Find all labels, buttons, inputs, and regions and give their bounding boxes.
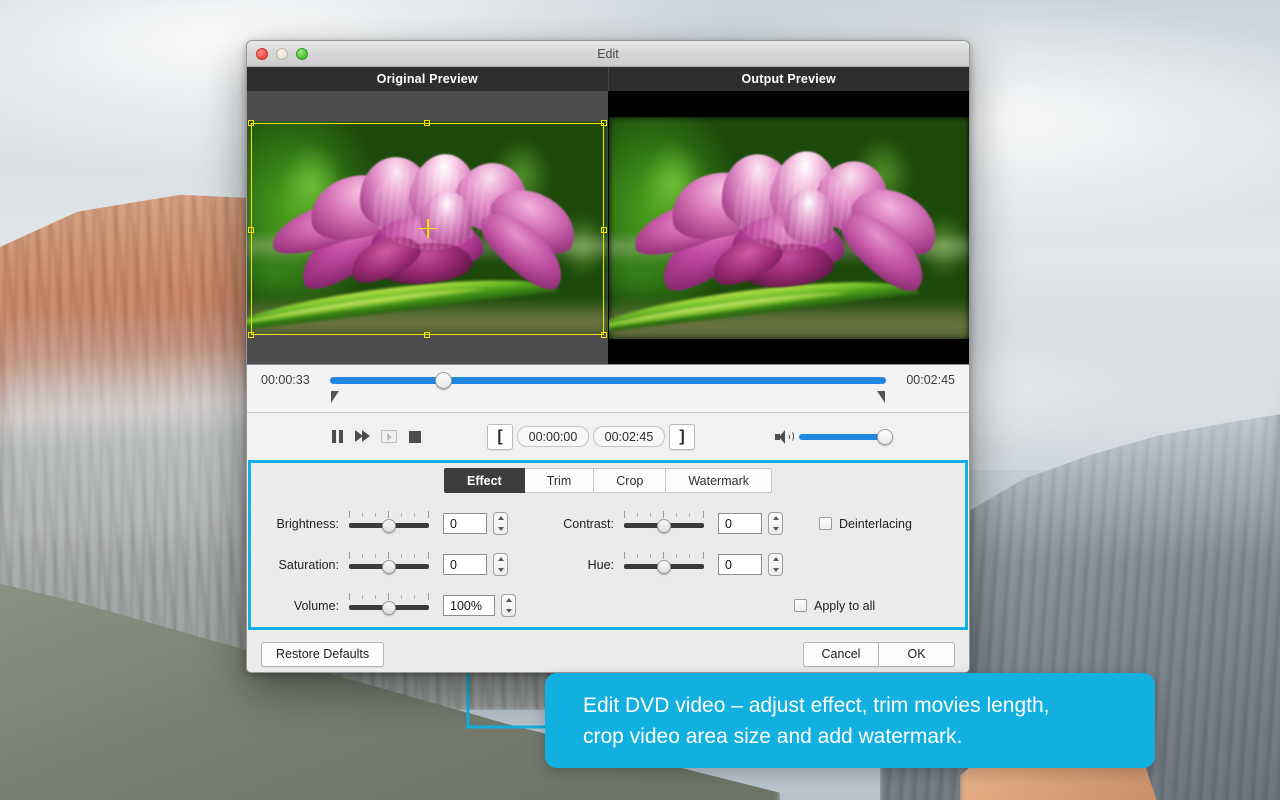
effect-row-3: Volume: 100% Apply to all bbox=[251, 585, 965, 626]
deinterlacing-checkbox[interactable] bbox=[819, 517, 832, 530]
crop-handle-top-left[interactable] bbox=[248, 120, 254, 126]
effect-volume-slider[interactable] bbox=[349, 593, 429, 619]
tab-watermark[interactable]: Watermark bbox=[666, 468, 772, 493]
timeline-thumb[interactable] bbox=[435, 372, 452, 389]
contrast-thumb[interactable] bbox=[657, 519, 671, 533]
volume-label: Volume: bbox=[273, 599, 339, 613]
crop-handle-middle-right[interactable] bbox=[601, 227, 607, 233]
hue-slider[interactable] bbox=[624, 552, 704, 578]
window-title: Edit bbox=[247, 41, 969, 67]
crop-handle-bottom-right[interactable] bbox=[601, 332, 607, 338]
effect-row-2: Saturation: 0 Hue: 0 bbox=[251, 544, 965, 585]
apply-to-all-checkbox-group[interactable]: Apply to all bbox=[794, 599, 875, 613]
saturation-label: Saturation: bbox=[273, 558, 339, 572]
apply-to-all-label: Apply to all bbox=[814, 599, 875, 613]
timeline-slider[interactable] bbox=[333, 371, 883, 389]
fast-forward-icon[interactable] bbox=[355, 429, 371, 445]
tab-trim[interactable]: Trim bbox=[525, 468, 595, 493]
crop-handle-top-center[interactable] bbox=[424, 120, 430, 126]
timeline-current-time: 00:00:33 bbox=[261, 373, 323, 387]
end-time-field[interactable]: 00:02:45 bbox=[593, 426, 665, 447]
effect-volume-value[interactable]: 100% bbox=[443, 595, 495, 616]
original-video-frame bbox=[247, 121, 608, 335]
callout-line-2: crop video area size and add watermark. bbox=[583, 721, 1117, 752]
mark-in-button[interactable]: [ bbox=[487, 424, 513, 450]
trim-end-marker[interactable] bbox=[877, 391, 885, 403]
effect-volume-thumb[interactable] bbox=[382, 601, 396, 615]
speaker-icon[interactable] bbox=[775, 430, 792, 444]
edit-window: Edit Original Preview Output Preview bbox=[246, 40, 970, 673]
preview-headers: Original Preview Output Preview bbox=[247, 67, 969, 91]
edit-tabs: Effect Trim Crop Watermark bbox=[251, 463, 965, 493]
saturation-slider[interactable] bbox=[349, 552, 429, 578]
hue-thumb[interactable] bbox=[657, 560, 671, 574]
apply-to-all-checkbox[interactable] bbox=[794, 599, 807, 612]
crop-handle-bottom-center[interactable] bbox=[424, 332, 430, 338]
effect-volume-stepper[interactable] bbox=[501, 594, 516, 617]
dialog-footer: Restore Defaults Cancel OK bbox=[247, 630, 969, 673]
brightness-stepper[interactable] bbox=[493, 512, 508, 535]
callout-tooltip: Edit DVD video – adjust effect, trim mov… bbox=[545, 673, 1155, 768]
volume-slider[interactable] bbox=[799, 429, 891, 445]
effect-controls: Brightness: 0 Contrast: 0 Deinterlacing bbox=[251, 493, 965, 626]
output-preview-pane[interactable] bbox=[608, 91, 970, 364]
snapshot-icon[interactable] bbox=[381, 429, 397, 445]
original-preview-label: Original Preview bbox=[247, 67, 608, 91]
output-video-frame bbox=[609, 117, 970, 339]
preview-panes bbox=[247, 91, 969, 364]
saturation-stepper[interactable] bbox=[493, 553, 508, 576]
contrast-slider[interactable] bbox=[624, 511, 704, 537]
crop-handle-bottom-left[interactable] bbox=[248, 332, 254, 338]
mark-out-button[interactable]: ] bbox=[669, 424, 695, 450]
output-preview-label: Output Preview bbox=[608, 67, 970, 91]
brightness-label: Brightness: bbox=[273, 517, 339, 531]
contrast-value[interactable]: 0 bbox=[718, 513, 762, 534]
effect-row-1: Brightness: 0 Contrast: 0 Deinterlacing bbox=[251, 503, 965, 544]
brightness-thumb[interactable] bbox=[382, 519, 396, 533]
callout-line-1: Edit DVD video – adjust effect, trim mov… bbox=[583, 690, 1117, 721]
hue-label: Hue: bbox=[544, 558, 614, 572]
deinterlacing-label: Deinterlacing bbox=[839, 517, 912, 531]
timeline-section: 00:00:33 00:02:45 bbox=[247, 364, 969, 412]
window-titlebar: Edit bbox=[247, 41, 969, 67]
playback-bar: [ 00:00:00 00:02:45 ] bbox=[247, 412, 969, 460]
edit-panel: Effect Trim Crop Watermark Brightness: 0… bbox=[248, 460, 968, 630]
brightness-value[interactable]: 0 bbox=[443, 513, 487, 534]
stop-icon[interactable] bbox=[407, 429, 423, 445]
crop-handle-top-right[interactable] bbox=[601, 120, 607, 126]
timeline-total-time: 00:02:45 bbox=[893, 373, 955, 387]
hue-stepper[interactable] bbox=[768, 553, 783, 576]
restore-defaults-button[interactable]: Restore Defaults bbox=[261, 642, 384, 667]
volume-thumb[interactable] bbox=[877, 429, 893, 445]
ok-button[interactable]: OK bbox=[879, 642, 955, 667]
deinterlacing-checkbox-group[interactable]: Deinterlacing bbox=[819, 517, 912, 531]
brightness-slider[interactable] bbox=[349, 511, 429, 537]
pause-icon[interactable] bbox=[329, 429, 345, 445]
contrast-stepper[interactable] bbox=[768, 512, 783, 535]
tab-effect[interactable]: Effect bbox=[444, 468, 525, 493]
original-preview-pane[interactable] bbox=[247, 91, 608, 364]
trim-start-marker[interactable] bbox=[331, 391, 339, 403]
start-time-field[interactable]: 00:00:00 bbox=[517, 426, 589, 447]
crop-handle-middle-left[interactable] bbox=[248, 227, 254, 233]
cancel-button[interactable]: Cancel bbox=[803, 642, 879, 667]
contrast-label: Contrast: bbox=[544, 517, 614, 531]
tab-crop[interactable]: Crop bbox=[594, 468, 666, 493]
saturation-thumb[interactable] bbox=[382, 560, 396, 574]
saturation-value[interactable]: 0 bbox=[443, 554, 487, 575]
hue-value[interactable]: 0 bbox=[718, 554, 762, 575]
